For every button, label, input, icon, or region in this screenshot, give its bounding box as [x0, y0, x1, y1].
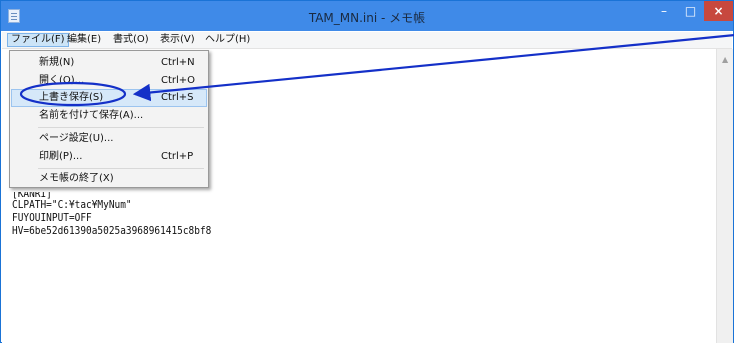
- editor-line: HV=6be52d61390a5025a3968961415c8bf8: [12, 224, 212, 237]
- window-title: TAM_MN.ini - メモ帳: [308, 11, 426, 25]
- menu-edit[interactable]: 編集(E): [64, 33, 104, 47]
- file-menu-dropdown: 新規(N) Ctrl+N 開く(O)... Ctrl+O 上書き保存(S) Ct…: [9, 50, 209, 188]
- close-button[interactable]: ×: [704, 1, 733, 21]
- title-bar[interactable]: TAM_MN.ini - メモ帳 – □ ×: [1, 1, 733, 31]
- menu-item-open[interactable]: 開く(O)... Ctrl+O: [11, 72, 207, 90]
- scroll-up-arrow-icon[interactable]: ▲: [722, 55, 728, 64]
- menu-file[interactable]: ファイル(F): [7, 33, 69, 47]
- vertical-scrollbar[interactable]: ▲: [716, 49, 733, 343]
- maximize-button[interactable]: □: [677, 1, 704, 21]
- menu-item-save-as[interactable]: 名前を付けて保存(A)...: [11, 107, 207, 125]
- menu-format[interactable]: 書式(O): [110, 33, 152, 47]
- menu-item-new[interactable]: 新規(N) Ctrl+N: [11, 54, 207, 72]
- menu-item-print[interactable]: 印刷(P)... Ctrl+P: [11, 148, 207, 166]
- menu-item-save[interactable]: 上書き保存(S) Ctrl+S: [11, 89, 207, 107]
- menu-bar: ファイル(F) 編集(E) 書式(O) 表示(V) ヘルプ(H): [2, 32, 732, 49]
- menu-view[interactable]: 表示(V): [157, 33, 198, 47]
- menu-item-exit[interactable]: メモ帳の終了(X): [11, 170, 207, 188]
- minimize-button[interactable]: –: [651, 1, 677, 21]
- menu-separator: [38, 127, 204, 128]
- notepad-window: TAM_MN.ini - メモ帳 – □ × ファイル(F) 編集(E) 書式(…: [0, 0, 734, 343]
- menu-separator: [38, 168, 204, 169]
- editor-line: FUYOUINPUT=OFF: [12, 211, 92, 224]
- menu-item-page-setup[interactable]: ページ設定(U)...: [11, 130, 207, 148]
- editor-line: CLPATH="C:¥tac¥MyNum": [12, 198, 132, 211]
- menu-help[interactable]: ヘルプ(H): [202, 33, 253, 47]
